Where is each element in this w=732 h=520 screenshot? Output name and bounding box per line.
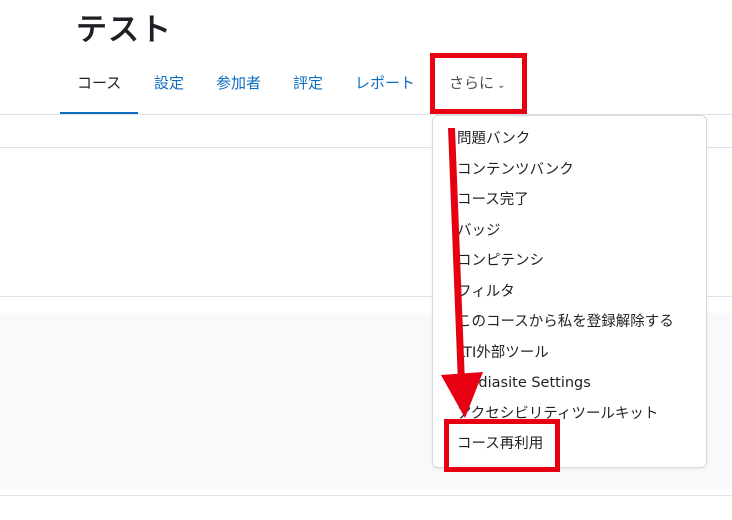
menu-item-question-bank[interactable]: 問題バンク <box>457 126 530 152</box>
menu-item-mediasite-settings[interactable]: Mediasite Settings <box>457 370 591 396</box>
tab-more-label: さらに <box>449 74 495 92</box>
tab-settings[interactable]: 設定 <box>154 66 184 112</box>
tab-grades[interactable]: 評定 <box>293 66 323 112</box>
page-title: テスト <box>76 12 172 48</box>
tab-course[interactable]: コース <box>60 66 139 115</box>
tab-more[interactable]: さらに ⌄ <box>449 66 505 112</box>
chevron-down-icon: ⌄ <box>497 80 506 91</box>
menu-item-badges[interactable]: バッジ <box>457 218 501 244</box>
tab-participants[interactable]: 参加者 <box>216 66 261 112</box>
menu-item-course-completion[interactable]: コース完了 <box>457 187 529 213</box>
section-divider <box>0 495 732 496</box>
menu-item-accessibility-toolkit[interactable]: アクセシビリティツールキット <box>457 401 658 427</box>
menu-item-lti-external-tools[interactable]: LTI外部ツール <box>457 340 549 366</box>
menu-item-course-reuse[interactable]: コース再利用 <box>457 431 543 457</box>
tab-reports[interactable]: レポート <box>355 66 415 112</box>
menu-item-filters[interactable]: フィルタ <box>457 279 515 305</box>
menu-item-content-bank[interactable]: コンテンツバンク <box>457 157 574 183</box>
menu-item-competencies[interactable]: コンピテンシ <box>457 248 544 274</box>
more-dropdown-menu: 問題バンク コンテンツバンク コース完了 バッジ コンピテンシ フィルタ このコ… <box>432 115 707 468</box>
menu-item-unenrol[interactable]: このコースから私を登録解除する <box>457 309 674 335</box>
